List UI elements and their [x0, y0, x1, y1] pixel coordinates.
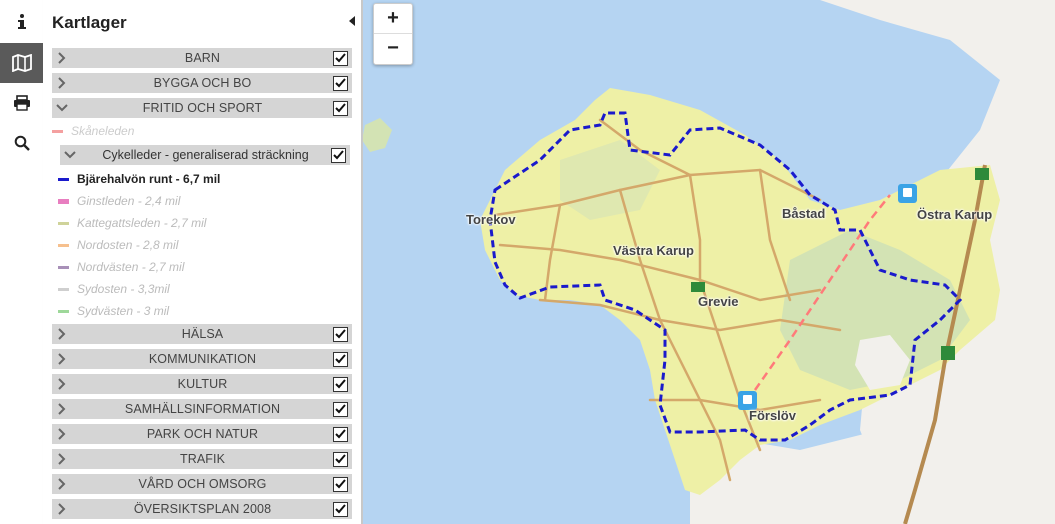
layer-group-label: VÅRD OCH OMSORG — [138, 477, 267, 491]
layer-group-label: KULTUR — [177, 377, 228, 391]
layer-label: Bjärehalvön runt - 6,7 mil — [77, 172, 221, 186]
zoom-out-button[interactable]: − — [374, 33, 412, 63]
layer-group-label: KOMMUNIKATION — [148, 352, 257, 366]
layer-group-label: ÖVERSIKTSPLAN 2008 — [133, 502, 272, 516]
chevron-down-icon[interactable] — [60, 145, 80, 165]
side-toolbar — [0, 0, 44, 524]
layer-group-label: SAMHÄLLSINFORMATION — [124, 402, 281, 416]
print-icon[interactable] — [0, 83, 43, 123]
layer-group-barn[interactable]: BARN — [52, 48, 352, 68]
layer-nordvasten[interactable]: Nordvästen - 2,7 mil — [58, 257, 184, 277]
layer-subgroup-label: Cykelleder - generaliserad sträckning — [102, 148, 309, 162]
layer-group-checkbox[interactable] — [333, 376, 348, 392]
layer-group-checkbox[interactable] — [333, 401, 348, 417]
legend-swatch — [52, 129, 63, 133]
legend-swatch — [58, 309, 69, 313]
chevron-right-icon[interactable] — [52, 399, 72, 419]
layer-panel: Kartlager BARN BYGGA OCH BO FRITID OCH S… — [43, 0, 363, 524]
layer-group-label: TRAFIK — [179, 452, 226, 466]
layer-group-oversiktsplan-2008[interactable]: ÖVERSIKTSPLAN 2008 — [52, 499, 352, 519]
map-view[interactable]: Torekov Västra Karup Grevie Båstad Östra… — [363, 0, 1055, 524]
layer-sydvasten[interactable]: Sydvästen - 3 mil — [58, 301, 169, 321]
chevron-right-icon[interactable] — [52, 499, 72, 519]
layer-group-samhallsinformation[interactable]: SAMHÄLLSINFORMATION — [52, 399, 352, 419]
layer-group-checkbox[interactable] — [333, 100, 348, 116]
search-icon[interactable] — [0, 123, 43, 163]
layer-group-halsa[interactable]: HÄLSA — [52, 324, 352, 344]
layer-group-fritid-och-sport[interactable]: FRITID OCH SPORT — [52, 98, 352, 118]
layer-label: Sydosten - 3,3mil — [77, 282, 170, 296]
layer-group-checkbox[interactable] — [333, 50, 348, 66]
layer-label: Nordvästen - 2,7 mil — [77, 260, 185, 274]
chevron-right-icon[interactable] — [52, 474, 72, 494]
zoom-in-button[interactable]: + — [374, 4, 412, 33]
legend-swatch — [58, 243, 69, 247]
layer-group-checkbox[interactable] — [333, 426, 348, 442]
layer-group-label: BARN — [184, 51, 221, 65]
road-shield-icon — [691, 282, 705, 292]
map-canvas[interactable] — [363, 0, 1055, 524]
road-shield-icon — [941, 346, 955, 360]
layer-label: Ginstleden - 2,4 mil — [77, 194, 181, 208]
layer-group-checkbox[interactable] — [333, 75, 348, 91]
chevron-right-icon[interactable] — [52, 349, 72, 369]
road-shield-icon — [975, 168, 989, 180]
chevron-right-icon[interactable] — [52, 48, 72, 68]
chevron-right-icon[interactable] — [52, 449, 72, 469]
chevron-right-icon[interactable] — [52, 324, 72, 344]
place-label: Torekov — [466, 212, 516, 227]
layer-nordosten[interactable]: Nordosten - 2,8 mil — [58, 235, 178, 255]
legend-swatch — [58, 265, 69, 269]
layer-group-kommunikation[interactable]: KOMMUNIKATION — [52, 349, 352, 369]
layer-label: Skåneleden — [71, 124, 135, 138]
chevron-down-icon[interactable] — [52, 98, 72, 118]
chevron-right-icon[interactable] — [52, 374, 72, 394]
place-label: Västra Karup — [613, 243, 694, 258]
layer-group-label: HÄLSA — [181, 327, 224, 341]
layer-group-trafik[interactable]: TRAFIK — [52, 449, 352, 469]
place-label: Båstad — [782, 206, 826, 221]
station-icon[interactable] — [898, 184, 917, 203]
layer-group-checkbox[interactable] — [333, 351, 348, 367]
layer-skaneleden[interactable]: Skåneleden — [52, 121, 134, 141]
layer-subgroup-checkbox[interactable] — [331, 147, 346, 163]
layer-group-checkbox[interactable] — [333, 476, 348, 492]
collapse-panel-icon[interactable] — [349, 16, 355, 26]
layer-bjarehalvon-runt[interactable]: Bjärehalvön runt - 6,7 mil — [58, 169, 220, 189]
panel-title: Kartlager — [52, 13, 127, 32]
zoom-control: + − — [373, 3, 413, 65]
chevron-right-icon[interactable] — [52, 424, 72, 444]
info-icon[interactable] — [0, 0, 43, 43]
layer-group-checkbox[interactable] — [333, 451, 348, 467]
place-label: Grevie — [698, 294, 739, 309]
legend-swatch — [58, 221, 69, 225]
layer-group-label: FRITID OCH SPORT — [142, 101, 263, 115]
layer-label: Sydvästen - 3 mil — [77, 304, 170, 318]
layer-group-checkbox[interactable] — [333, 501, 348, 517]
place-label: Östra Karup — [917, 207, 993, 222]
chevron-right-icon[interactable] — [52, 73, 72, 93]
legend-swatch — [58, 287, 69, 291]
layer-kattegattsleden[interactable]: Kattegattsleden - 2,7 mil — [58, 213, 206, 233]
legend-swatch — [58, 198, 69, 204]
map-layers-icon[interactable] — [0, 43, 43, 83]
layer-group-checkbox[interactable] — [333, 326, 348, 342]
layer-group-label: PARK OCH NATUR — [146, 427, 259, 441]
layer-label: Kattegattsleden - 2,7 mil — [77, 216, 207, 230]
layer-subgroup-cykelleder[interactable]: Cykelleder - generaliserad sträckning — [60, 145, 350, 165]
place-label: Förslöv — [749, 408, 796, 423]
layer-group-park-och-natur[interactable]: PARK OCH NATUR — [52, 424, 352, 444]
layer-sydosten[interactable]: Sydosten - 3,3mil — [58, 279, 170, 299]
layer-group-bygga-och-bo[interactable]: BYGGA OCH BO — [52, 73, 352, 93]
layer-group-vard-och-omsorg[interactable]: VÅRD OCH OMSORG — [52, 474, 352, 494]
layer-group-kultur[interactable]: KULTUR — [52, 374, 352, 394]
layer-ginstleden[interactable]: Ginstleden - 2,4 mil — [58, 191, 180, 211]
legend-swatch — [58, 177, 69, 181]
layer-group-label: BYGGA OCH BO — [153, 76, 252, 90]
layer-label: Nordosten - 2,8 mil — [77, 238, 179, 252]
